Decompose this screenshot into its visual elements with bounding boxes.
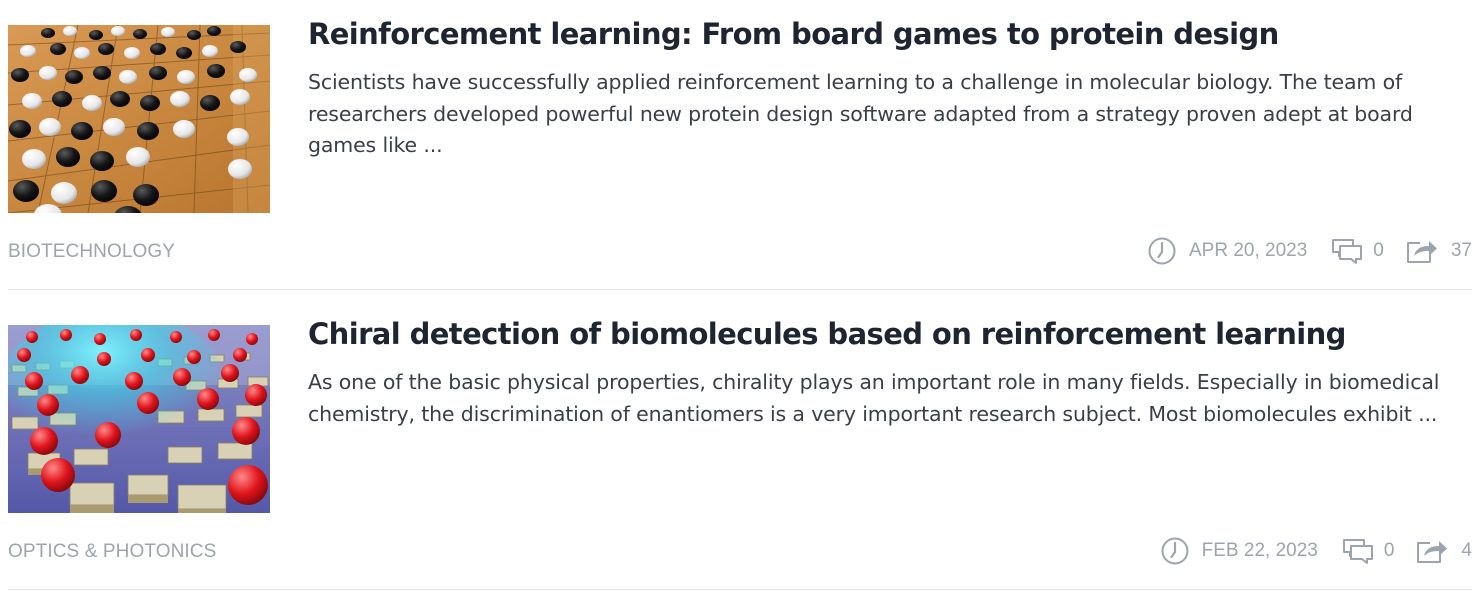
divider xyxy=(8,289,1472,290)
article-summary: As one of the basic physical properties,… xyxy=(308,370,1440,426)
publish-date: FEB 22, 2023 xyxy=(1201,540,1318,561)
category-link[interactable]: BIOTECHNOLOGY xyxy=(8,241,175,263)
publish-date: APR 20, 2023 xyxy=(1188,240,1308,261)
clock-icon xyxy=(1147,236,1177,266)
share-count: 4 xyxy=(1461,540,1472,561)
article-title[interactable]: Reinforcement learning: From board games… xyxy=(308,14,1279,54)
clock-icon xyxy=(1160,536,1190,566)
article-stats: APR 20, 2023 0 37 xyxy=(1147,235,1472,267)
news-item: Reinforcement learning: From board games… xyxy=(8,0,1472,300)
article-stats: FEB 22, 2023 0 4 xyxy=(1160,535,1472,567)
article-meta: OPTICS & PHOTONICS FEB 22, 2023 0 4 xyxy=(8,535,1472,567)
article-title[interactable]: Chiral detection of biomolecules based o… xyxy=(308,314,1346,354)
comment-count: 0 xyxy=(1383,540,1395,561)
comment-bubble-icon[interactable] xyxy=(1331,238,1363,264)
article-thumbnail[interactable] xyxy=(8,325,270,513)
category-link[interactable]: OPTICS & PHOTONICS xyxy=(8,541,216,563)
share-count: 37 xyxy=(1450,240,1472,261)
share-arrow-icon[interactable] xyxy=(1406,238,1438,264)
comment-bubble-icon[interactable] xyxy=(1342,538,1374,564)
article-summary: Scientists have successfully applied rei… xyxy=(308,70,1413,157)
share-arrow-icon[interactable] xyxy=(1416,538,1448,564)
news-item: Chiral detection of biomolecules based o… xyxy=(8,300,1472,600)
article-meta: BIOTECHNOLOGY APR 20, 2023 0 37 xyxy=(8,235,1472,267)
divider xyxy=(8,589,1472,590)
article-thumbnail[interactable] xyxy=(8,25,270,213)
comment-count: 0 xyxy=(1373,240,1384,261)
